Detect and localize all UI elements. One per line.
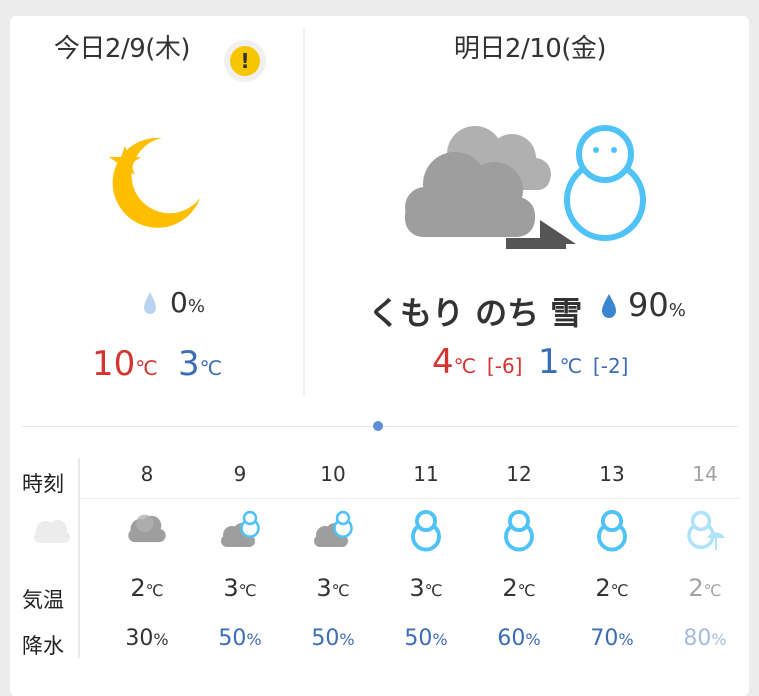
day-divider <box>303 28 305 396</box>
hour-pop: 50% <box>218 626 262 651</box>
today-pop: 0% <box>170 286 205 319</box>
cloud-snow-icon <box>195 510 285 556</box>
alert-button[interactable]: ! <box>224 40 266 82</box>
tomorrow-high-temp: 4℃ [-6] <box>432 342 523 382</box>
hour-temp: 3℃ <box>316 574 350 602</box>
tomorrow-pop: 90% <box>628 286 686 324</box>
hour-label: 11 <box>413 462 439 486</box>
hour-label: 10 <box>320 462 346 486</box>
temp-row-label: 気温 <box>22 588 64 612</box>
cloudy-then-snow-icon <box>405 125 646 249</box>
hour-pop: 60% <box>497 626 541 651</box>
hour-pop: 50% <box>404 626 448 651</box>
alert-icon: ! <box>230 46 260 76</box>
tomorrow-title: 明日2/10(金) <box>453 34 607 64</box>
hour-temp: 3℃ <box>409 574 443 602</box>
hour-label: 13 <box>599 462 625 486</box>
tomorrow-weather: くもり のち 雪 <box>368 294 583 332</box>
today-title: 今日2/9(木) <box>53 34 191 64</box>
moon-star-icon <box>109 137 200 228</box>
hour-pop: 50% <box>311 626 355 651</box>
today-low-temp: 3℃ <box>178 344 223 384</box>
hour-label: 9 <box>233 462 247 486</box>
drop-icon <box>144 292 156 314</box>
hour-temp: 2℃ <box>595 574 629 602</box>
time-row-label: 時刻 <box>22 472 64 496</box>
hour-pop: 70% <box>590 626 634 651</box>
label-column-divider <box>78 458 80 658</box>
hour-temp: 3℃ <box>223 574 257 602</box>
hour-label: 12 <box>506 462 532 486</box>
hour-label: 14 <box>692 462 718 486</box>
snowman-icon <box>474 509 564 556</box>
snowman-icon <box>567 509 657 556</box>
snowman-icon <box>381 509 471 556</box>
cloud-snow-icon <box>288 510 378 556</box>
tomorrow-panel[interactable]: 明日2/10(金) <box>380 28 680 65</box>
today-high-temp: 10℃ <box>92 344 158 384</box>
tomorrow-low-temp: 1℃ [-2] <box>538 342 629 382</box>
hour-pop: 30% <box>125 626 169 651</box>
hour-header-divider <box>80 498 740 499</box>
drop-icon <box>602 294 616 318</box>
hour-temp: 2℃ <box>130 574 164 602</box>
page-indicator-dot <box>373 421 383 431</box>
hour-temp: 2℃ <box>688 574 722 602</box>
hour-label: 8 <box>140 462 154 486</box>
snowman-umbrella-icon <box>660 510 750 556</box>
hour-temp: 2℃ <box>502 574 536 602</box>
hour-pop: 80% <box>683 626 727 651</box>
cloud-icon <box>34 520 70 543</box>
cloud-icon <box>102 510 192 556</box>
today-panel[interactable]: 今日2/9(木) <box>22 28 222 65</box>
precip-row-label: 降水 <box>22 634 64 658</box>
